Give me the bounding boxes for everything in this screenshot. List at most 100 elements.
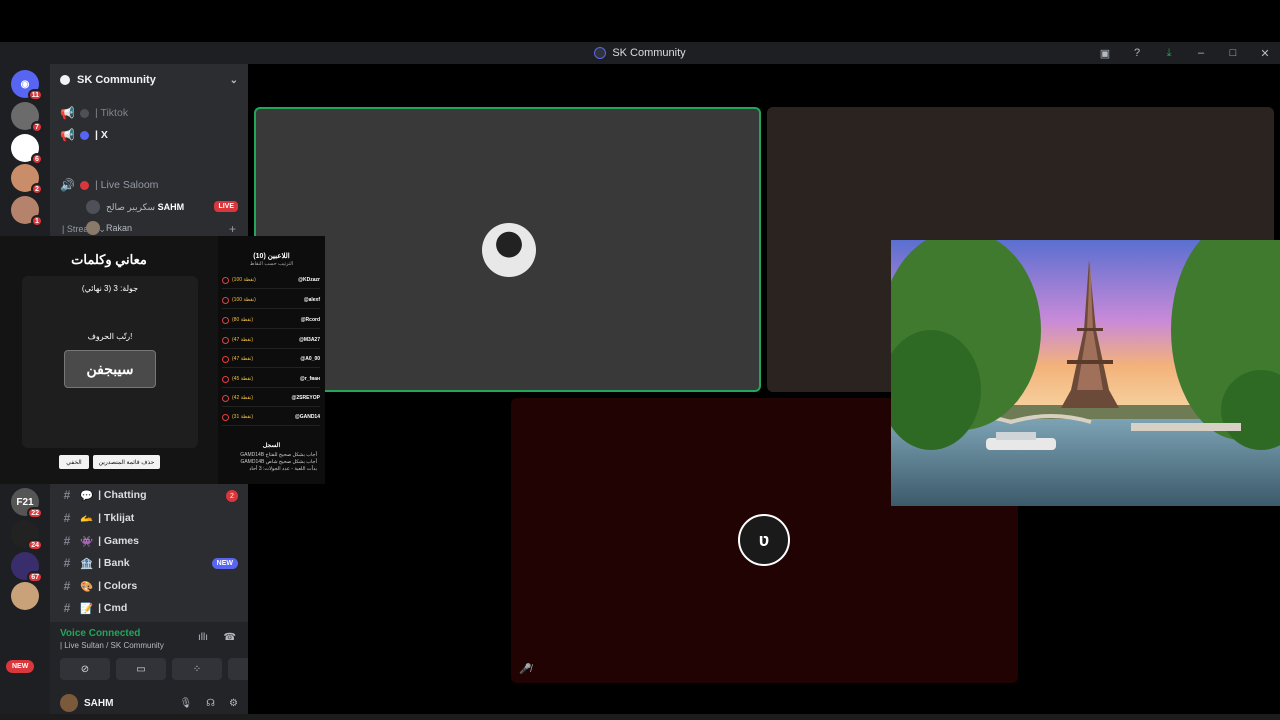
participant-avatar: ʋ (738, 514, 790, 566)
maximize-icon[interactable]: □ (1226, 47, 1240, 59)
unread-badge: 22 (27, 507, 43, 519)
channel-label: | Cmd (98, 602, 128, 614)
voice-user[interactable]: سكريبر صالح SAHM (86, 199, 184, 215)
channel-emoji (80, 108, 89, 118)
voice-user-tag: SAHM (157, 202, 185, 212)
channel-label: | Tklijat (98, 512, 135, 524)
hidden-button[interactable]: الخفي (59, 455, 89, 469)
headphones-icon[interactable]: ☊ (206, 698, 215, 709)
channel-emoji: 💬 (80, 489, 94, 502)
channel-emoji: 🏦 (80, 557, 94, 570)
channel-bank[interactable]: # 🏦 | Bank (60, 554, 130, 572)
leaderboard-row: (80 نقطة) @Rcord (222, 312, 320, 329)
word-game-overlay: معاني وكلمات جولة: 3 (3 نهائي) رتّب الحر… (0, 236, 325, 484)
server-logo-icon (594, 47, 607, 59)
log-line: GAMD14B أجاب بشكل صحيح شاص (240, 459, 317, 465)
channel-label: | Live Saloom (95, 179, 159, 191)
server-initials: F21 (16, 496, 34, 508)
channel-cmd[interactable]: # 📝 | Cmd (60, 599, 128, 617)
player-name: @KDzazr (298, 277, 320, 283)
channel-emoji: 🫴 (80, 512, 94, 525)
server-icon[interactable] (11, 582, 39, 610)
screen-share-button[interactable]: ▭ (116, 658, 166, 680)
server-icon[interactable]: 2 (11, 164, 43, 195)
server-icon[interactable]: 24 (11, 520, 43, 551)
channel-label: | Colors (98, 580, 138, 592)
channel-colors[interactable]: # 🎨 | Colors (60, 577, 138, 595)
participant-avatar (482, 223, 536, 277)
add-channel-icon[interactable]: + (229, 222, 236, 236)
hash-icon: # (63, 556, 71, 570)
channel-emoji (80, 180, 89, 190)
player-points: (47 نقطة) (222, 337, 253, 344)
unread-badge: 11 (27, 89, 43, 101)
player-name: @M3A27 (299, 337, 320, 343)
leaderboard-row: (45 نقطة) @r_fван (222, 371, 320, 388)
voice-user-name: Rakan (106, 223, 133, 233)
leaderboard-row: (47 نقطة) @M3A27 (222, 332, 320, 349)
server-icon[interactable]: 1 (11, 196, 43, 227)
eiffel-scene-image (891, 240, 1280, 506)
camera-off-button[interactable]: ⊘ (60, 658, 110, 680)
player-points: (100 نقطة) (222, 297, 256, 304)
hash-icon: # (63, 511, 71, 525)
discord-home-icon[interactable]: ◉ 11 (11, 70, 43, 101)
player-points: (42 نقطة) (222, 395, 253, 402)
player-name: @2SREYOP (291, 395, 321, 401)
leaderboard-row: (31 نقطة) @GAND14 (222, 409, 320, 426)
log-line: GAMD14B أجاب بشكل صحيح للفتاح (240, 452, 317, 458)
scrambled-word: سيبجفن (64, 350, 156, 388)
voice-location[interactable]: | Live Sultan / SK Community (60, 641, 238, 650)
window-titlebar: SK Community ▣ ? ⤓ – □ ✕ (0, 42, 1280, 64)
avatar[interactable] (60, 694, 78, 712)
channel-emoji: 👾 (80, 535, 94, 548)
player-name: @GAND14 (294, 414, 320, 420)
minimize-icon[interactable]: – (1194, 47, 1208, 59)
server-icon[interactable]: 67 (11, 552, 43, 583)
username[interactable]: SAHM (84, 698, 113, 709)
player-points: (47 نقطة) (222, 356, 253, 363)
hash-icon: # (63, 601, 71, 615)
microphone-icon[interactable]: 🎙 (179, 698, 192, 709)
video-tile-speaking[interactable] (254, 107, 761, 392)
close-icon[interactable]: ✕ (1258, 47, 1272, 60)
megaphone-icon: 📢 (60, 106, 75, 120)
voice-user-name: سكريبر صالح (106, 201, 156, 212)
activities-button[interactable]: ⁘ (172, 658, 222, 680)
new-servers-pill[interactable]: NEW (6, 660, 35, 673)
settings-gear-icon[interactable]: ⚙ (229, 698, 238, 709)
player-name: @alexf (303, 297, 320, 303)
game-prompt: رتّب الحروف! (87, 332, 133, 341)
disconnect-icon[interactable]: ☎ (224, 632, 236, 643)
voice-user[interactable]: Rakan (86, 220, 132, 236)
leaderboard-row: (42 نقطة) @2SREYOP (222, 390, 320, 407)
channel-emoji: 🎨 (80, 580, 94, 593)
game-panel: معاني وكلمات جولة: 3 (3 نهائي) رتّب الحر… (0, 236, 218, 484)
player-points: (100 نقطة) (222, 277, 256, 284)
server-icon (60, 75, 70, 85)
screen-top-bar (0, 0, 1280, 42)
server-header[interactable]: SK Community ⌄ (50, 64, 248, 96)
channel-tklijat[interactable]: # 🫴 | Tklijat (60, 509, 135, 527)
hash-icon: # (63, 534, 71, 548)
server-icon-f21[interactable]: F21 22 (11, 488, 43, 519)
noise-suppression-icon[interactable]: ıllı (198, 632, 208, 643)
leaderboard-row: (100 نقطة) @KDzazr (222, 272, 320, 289)
channel-label: | X (95, 129, 108, 141)
channel-live-saloom[interactable]: 🔊 | Live Saloom (60, 176, 158, 194)
download-icon[interactable]: ⤓ (1162, 47, 1176, 60)
channel-tiktok[interactable]: 📢 | Tiktok (60, 104, 128, 122)
channel-chatting[interactable]: # 💬 | Chatting (60, 486, 147, 504)
server-icon[interactable]: 7 (11, 102, 43, 133)
player-name: @r_fван (299, 376, 320, 382)
help-icon[interactable]: ? (1130, 47, 1144, 59)
chevron-down-icon[interactable]: ⌄ (230, 75, 238, 86)
channel-games[interactable]: # 👾 | Games (60, 532, 139, 550)
clear-leaderboard-button[interactable]: حذف قائمة المتصدرين (93, 455, 160, 469)
leaderboard-title: اللاعبين (10) (253, 253, 290, 260)
os-taskbar (0, 714, 1280, 720)
inbox-icon[interactable]: ▣ (1098, 47, 1112, 60)
channel-x[interactable]: 📢 | X (60, 126, 108, 144)
channel-label: | Games (98, 535, 139, 547)
server-icon[interactable]: 6 (11, 134, 43, 165)
